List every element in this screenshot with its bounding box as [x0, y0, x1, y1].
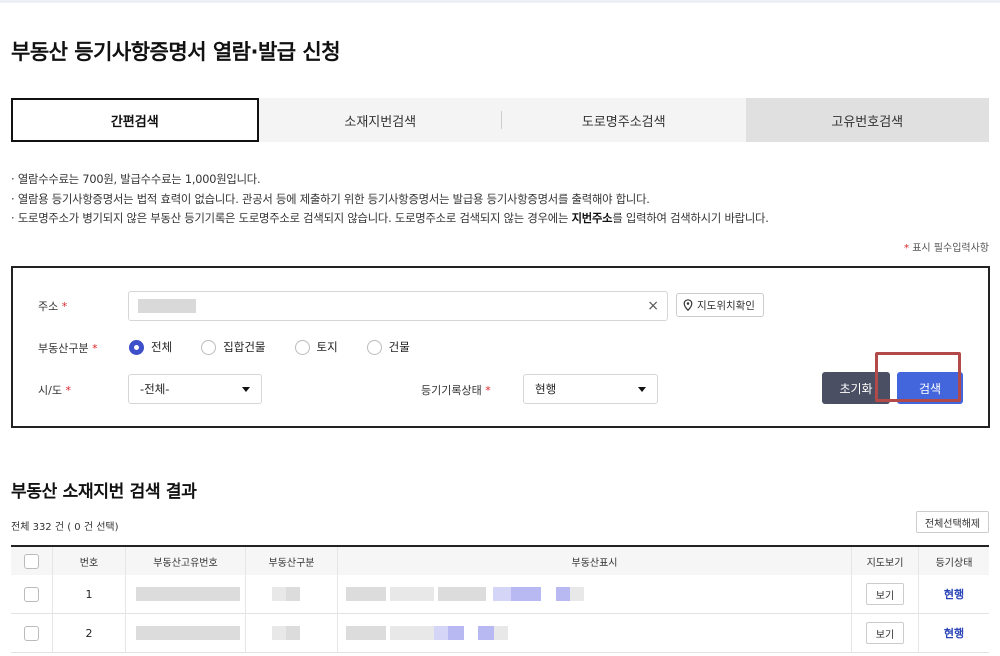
row-number: 1: [53, 575, 126, 613]
results-count: 전체 332 건 ( 0 건 선택): [11, 522, 119, 533]
select-all-checkbox[interactable]: [24, 553, 39, 569]
column-header: 부동산표시: [338, 547, 852, 575]
map-view-button[interactable]: 보기: [865, 622, 905, 644]
required-note: * 표시 필수입력사항: [904, 243, 989, 254]
tab-unique-number-search[interactable]: 고유번호검색: [745, 98, 989, 142]
column-header: 등기상태: [935, 557, 973, 569]
redacted-unique-number: [126, 614, 246, 652]
header-select-all: [11, 547, 53, 575]
radio-icon: [366, 339, 382, 355]
notice-item: · 도로명주소가 병기되지 않은 부동산 등기기록은 도로명주소로 검색되지 않…: [11, 212, 769, 225]
top-divider: [0, 0, 1000, 3]
map-location-button[interactable]: 지도위치확인: [676, 293, 764, 317]
record-status-link[interactable]: 현행: [944, 625, 964, 641]
column-header: 부동산고유번호: [126, 547, 246, 575]
radio-land[interactable]: 토지: [294, 339, 338, 355]
tab-lot-number-search[interactable]: 소재지번검색: [259, 98, 503, 142]
redacted-unique-number: [126, 575, 246, 613]
radio-all[interactable]: 전체: [129, 339, 172, 355]
record-status-label: 등기기록상태 *: [421, 384, 491, 397]
radio-icon: [294, 339, 310, 355]
redacted-property-type: [246, 614, 338, 652]
redacted-property-description: [338, 575, 852, 613]
page-title: 부동산 등기사항증명서 열람·발급 신청: [11, 40, 341, 64]
tab-road-address-search[interactable]: 도로명주소검색: [502, 98, 746, 142]
search-tabs: 간편검색 소재지번검색 도로명주소검색 고유번호검색: [11, 98, 989, 142]
property-type-radio-group: 전체 집합건물 토지 건물: [129, 339, 439, 355]
row-number: 2: [53, 614, 126, 652]
location-pin-icon: [683, 299, 693, 311]
record-status-link[interactable]: 현행: [944, 586, 964, 602]
table-row[interactable]: 1 보기 현행: [11, 575, 989, 614]
clear-icon[interactable]: ×: [647, 298, 659, 314]
table-header: 번호 부동산고유번호 부동산구분 부동산표시 지도보기 등기상태: [11, 545, 989, 575]
map-view-button[interactable]: 보기: [865, 583, 905, 605]
row-checkbox[interactable]: [24, 586, 39, 602]
table-row[interactable]: 2 보기 현행: [11, 614, 989, 653]
address-label: 주소 *: [38, 300, 68, 313]
results-table: 번호 부동산고유번호 부동산구분 부동산표시 지도보기 등기상태 1 보기 현행…: [11, 545, 989, 653]
column-header: 지도보기: [852, 547, 919, 575]
redacted-property-type: [246, 575, 338, 613]
row-checkbox[interactable]: [24, 625, 39, 641]
notice-item: · 열람수수료는 700원, 발급수수료는 1,000원입니다.: [11, 173, 261, 186]
results-title: 부동산 소재지번 검색 결과: [11, 482, 197, 502]
notice-list: · 열람수수료는 700원, 발급수수료는 1,000원입니다. · 열람용 등…: [11, 170, 769, 229]
redacted-address-value: [138, 299, 196, 313]
reset-button[interactable]: 초기화: [822, 372, 890, 404]
sido-label: 시/도 *: [38, 384, 71, 397]
radio-checked-icon: [129, 339, 144, 355]
property-type-label: 부동산구분 *: [38, 342, 98, 355]
record-status-select[interactable]: 현행: [523, 374, 658, 404]
address-input[interactable]: ×: [128, 291, 668, 321]
redacted-property-description: [338, 614, 852, 652]
search-form: 주소 * × 지도위치확인 부동산구분 * 전체 집합건물 토지 건물 시/도 …: [11, 266, 990, 428]
radio-building[interactable]: 건물: [366, 339, 410, 355]
notice-item: · 열람용 등기사항증명서는 법적 효력이 없습니다. 관공서 등에 제출하기 …: [11, 192, 650, 206]
column-header: 부동산구분: [246, 547, 338, 575]
tab-simple-search[interactable]: 간편검색: [11, 98, 259, 142]
deselect-all-button[interactable]: 전체선택해제: [916, 511, 989, 533]
radio-icon: [201, 339, 217, 355]
sido-select[interactable]: -전체-: [128, 374, 262, 404]
caret-down-icon: [242, 387, 250, 392]
caret-down-icon: [638, 387, 646, 392]
search-button[interactable]: 검색: [897, 372, 963, 404]
radio-collective-building[interactable]: 집합건물: [201, 339, 266, 355]
column-header: 번호: [53, 547, 126, 575]
